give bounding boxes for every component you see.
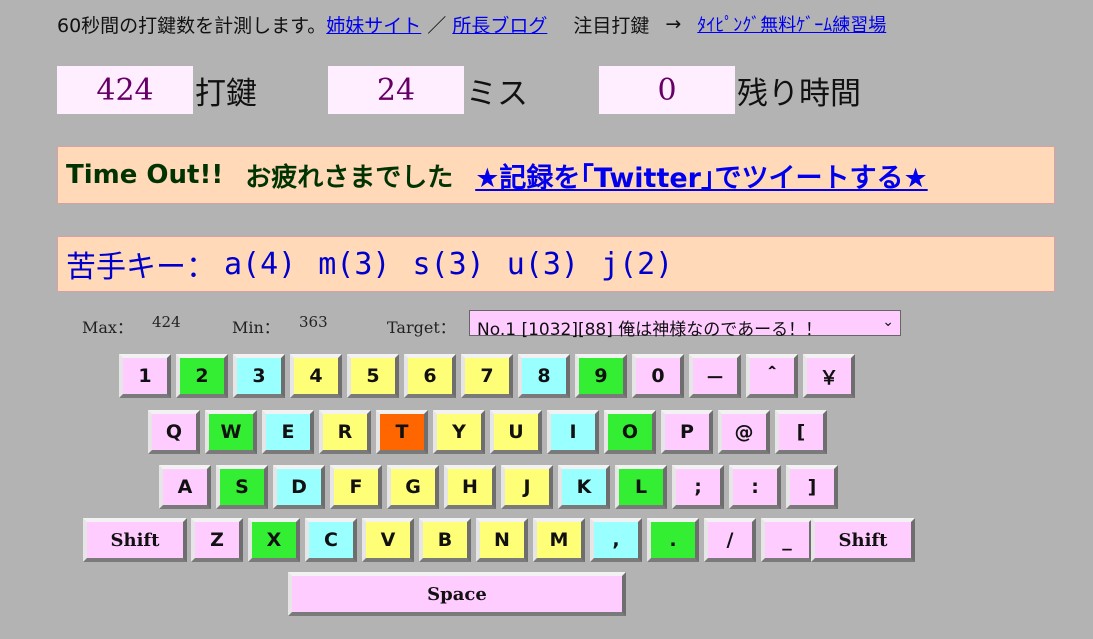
weak-key-item: a(4) (224, 246, 297, 282)
target-selected-value: No.1 [1032][88] 俺は神様なのであーる！！ (477, 320, 823, 340)
key-0[interactable]: 0 (632, 354, 684, 398)
typing-game-link[interactable]: ﾀｲﾋﾟﾝｸﾞ無料ｹﾞｰﾑ練習場 (697, 11, 886, 37)
key-close-bracket[interactable]: ] (786, 465, 838, 509)
chevron-down-icon: ⌄ (882, 314, 894, 330)
key-5[interactable]: 5 (347, 354, 399, 398)
remaining-label: 残り時間 (737, 75, 861, 112)
key-shift-left[interactable]: Shift (83, 518, 187, 562)
key-r[interactable]: R (319, 410, 371, 454)
target-label: Target： (387, 318, 456, 337)
key-semicolon[interactable]: ; (672, 465, 724, 509)
key-2[interactable]: 2 (176, 354, 228, 398)
key-underscore[interactable]: _ (761, 518, 813, 562)
key-9[interactable]: 9 (575, 354, 627, 398)
tweet-link[interactable]: ★記録を｢Twitter｣でツイートする★ (475, 156, 928, 195)
key-period[interactable]: . (647, 518, 699, 562)
weak-keys-panel: 苦手キー： a(4) m(3) s(3) u(3) j(2) (57, 236, 1055, 292)
key-u[interactable]: U (490, 410, 542, 454)
key-z[interactable]: Z (191, 518, 243, 562)
key-8[interactable]: 8 (518, 354, 570, 398)
keystroke-count: 424 (57, 66, 193, 114)
arrow-icon: → (665, 13, 682, 35)
key-yen[interactable]: ￥ (803, 354, 855, 398)
min-label: Min： (232, 318, 280, 337)
key-s[interactable]: S (216, 465, 268, 509)
miss-label: ミス (466, 75, 528, 112)
key-x[interactable]: X (248, 518, 300, 562)
weak-key-item: u(3) (506, 246, 579, 282)
miss-count: 24 (328, 66, 464, 114)
weak-key-item: s(3) (412, 246, 485, 282)
key-1[interactable]: 1 (119, 354, 171, 398)
intro-text: 60秒間の打鍵数を計測します。 (57, 14, 327, 37)
header-bar: 60秒間の打鍵数を計測します。 姉妹サイト ／ 所長ブログ 注目打鍵 → ﾀｲﾋ… (57, 10, 886, 38)
key-f[interactable]: F (330, 465, 382, 509)
key-4[interactable]: 4 (290, 354, 342, 398)
key-c[interactable]: C (305, 518, 357, 562)
remaining-time: 0 (599, 66, 735, 114)
max-label: Max： (82, 318, 133, 337)
timeout-text: Time Out!! (66, 160, 224, 190)
link-separator: ／ (427, 14, 447, 37)
key-caret[interactable]: ＾ (746, 354, 798, 398)
time-stat: 0 残り時間 (599, 66, 861, 114)
miss-stat: 24 ミス (328, 66, 528, 114)
key-h[interactable]: H (444, 465, 496, 509)
key-minus[interactable]: － (689, 354, 741, 398)
key-y[interactable]: Y (433, 410, 485, 454)
key-comma[interactable]: , (590, 518, 642, 562)
sister-site-link[interactable]: 姉妹サイト (326, 11, 421, 38)
max-value: 424 (152, 313, 181, 331)
weak-keys-label: 苦手キー： (66, 250, 216, 285)
key-3[interactable]: 3 (233, 354, 285, 398)
key-p[interactable]: P (661, 410, 713, 454)
weak-key-item: j(2) (601, 246, 674, 282)
key-v[interactable]: V (362, 518, 414, 562)
key-i[interactable]: I (547, 410, 599, 454)
key-o[interactable]: O (604, 410, 656, 454)
key-e[interactable]: E (262, 410, 314, 454)
key-shift-right[interactable]: Shift (811, 518, 915, 562)
keystroke-label: 打鍵 (195, 75, 257, 112)
key-space[interactable]: Space (288, 572, 626, 616)
key-at[interactable]: @ (718, 410, 770, 454)
key-q[interactable]: Q (148, 410, 200, 454)
target-select[interactable]: No.1 [1032][88] 俺は神様なのであーる！！ ⌄ (469, 310, 901, 340)
key-a[interactable]: A (159, 465, 211, 509)
keystroke-stat: 424 打鍵 (57, 66, 257, 114)
key-l[interactable]: L (615, 465, 667, 509)
weak-key-item: m(3) (318, 246, 391, 282)
key-colon[interactable]: : (729, 465, 781, 509)
key-6[interactable]: 6 (404, 354, 456, 398)
key-g[interactable]: G (387, 465, 439, 509)
min-value: 363 (299, 313, 328, 331)
blog-link[interactable]: 所長ブログ (452, 11, 547, 38)
key-slash[interactable]: / (704, 518, 756, 562)
key-w[interactable]: W (205, 410, 257, 454)
featured-label: 注目打鍵 (573, 14, 650, 37)
key-d[interactable]: D (273, 465, 325, 509)
result-message: お疲れさまでした (245, 162, 454, 193)
key-b[interactable]: B (419, 518, 471, 562)
result-banner: Time Out!! お疲れさまでした ★記録を｢Twitter｣でツイートする… (57, 146, 1055, 204)
key-n[interactable]: N (476, 518, 528, 562)
key-k[interactable]: K (558, 465, 610, 509)
key-m[interactable]: M (533, 518, 585, 562)
key-t[interactable]: T (376, 410, 428, 454)
metrics-row: Max： 424 Min： 363 Target： No.1 [1032][88… (82, 310, 982, 340)
key-j[interactable]: J (501, 465, 553, 509)
key-open-bracket[interactable]: [ (775, 410, 827, 454)
key-7[interactable]: 7 (461, 354, 513, 398)
